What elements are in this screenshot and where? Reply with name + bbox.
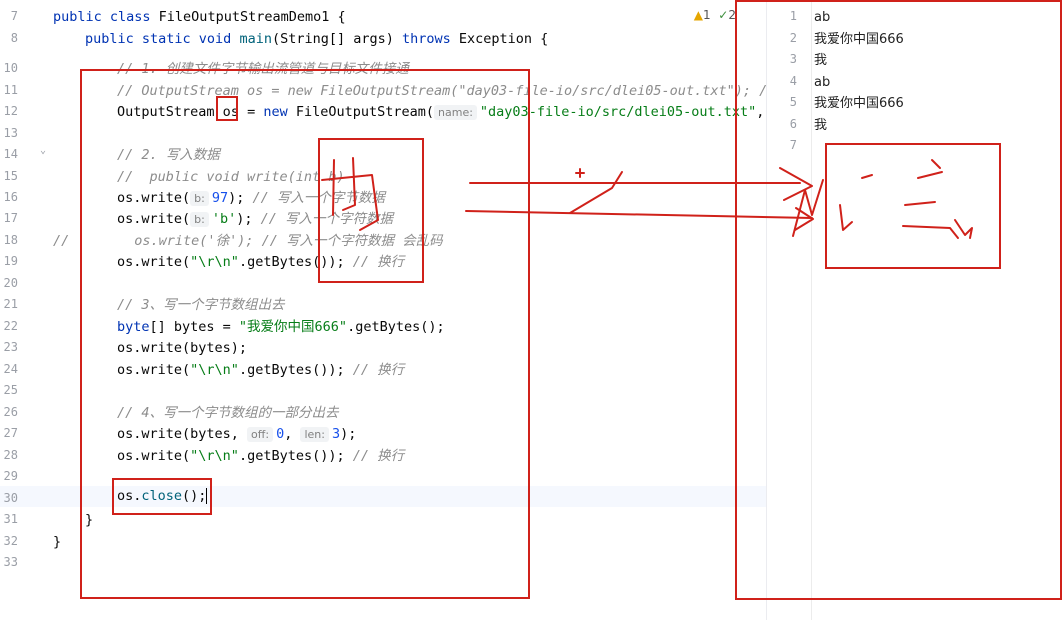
handwriting-stroke-e bbox=[954, 219, 973, 239]
handwriting-stroke-d bbox=[902, 159, 959, 239]
plus-mark bbox=[575, 168, 585, 178]
slash-mark bbox=[569, 171, 623, 214]
arrow-lower bbox=[465, 207, 814, 231]
handwriting-char-in bbox=[321, 157, 379, 231]
arrow-upper bbox=[469, 167, 813, 201]
handwriting-stroke-b bbox=[839, 204, 853, 231]
handwriting-overlay bbox=[321, 157, 973, 239]
handwriting-stroke-c bbox=[861, 174, 873, 179]
